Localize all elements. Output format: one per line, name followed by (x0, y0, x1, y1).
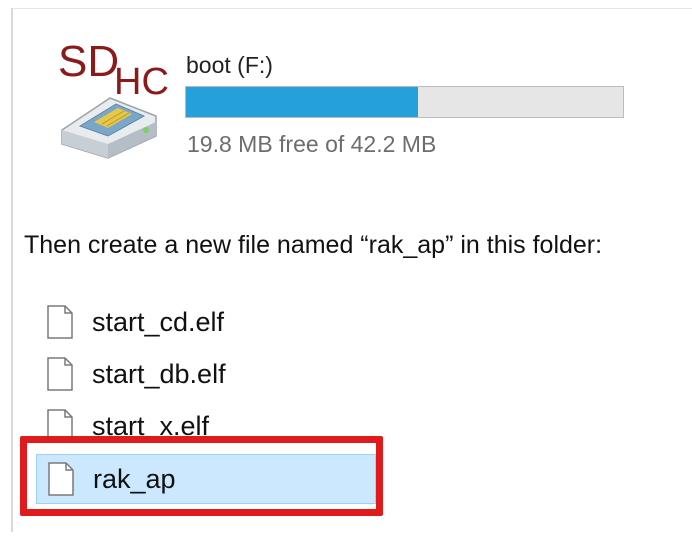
drive-tile[interactable]: SD HC boot (F:) 19.8 MB free of 42.2 MB (52, 32, 672, 172)
file-row[interactable]: start_cd.elf (36, 296, 376, 348)
file-row[interactable]: start_db.elf (36, 348, 376, 400)
file-name: start_db.elf (92, 358, 226, 389)
drive-name: boot (F:) (186, 52, 273, 78)
file-icon (47, 357, 73, 391)
sdhc-logo: SD (58, 37, 119, 86)
drive-usage-bar-fill (186, 87, 418, 117)
instruction-text: Then create a new file named “rak_ap” in… (24, 231, 603, 259)
sd-card-icon: SD HC (58, 37, 169, 159)
file-name: start_cd.elf (92, 306, 225, 337)
file-icon (47, 305, 73, 339)
window-top-border (11, 8, 692, 9)
highlight-annotation (20, 436, 383, 516)
sdhc-logo-hc: HC (114, 61, 169, 103)
window-left-border (11, 8, 13, 532)
drive-free-space: 19.8 MB free of 42.2 MB (187, 131, 437, 157)
drive-usage-bar (185, 86, 624, 118)
